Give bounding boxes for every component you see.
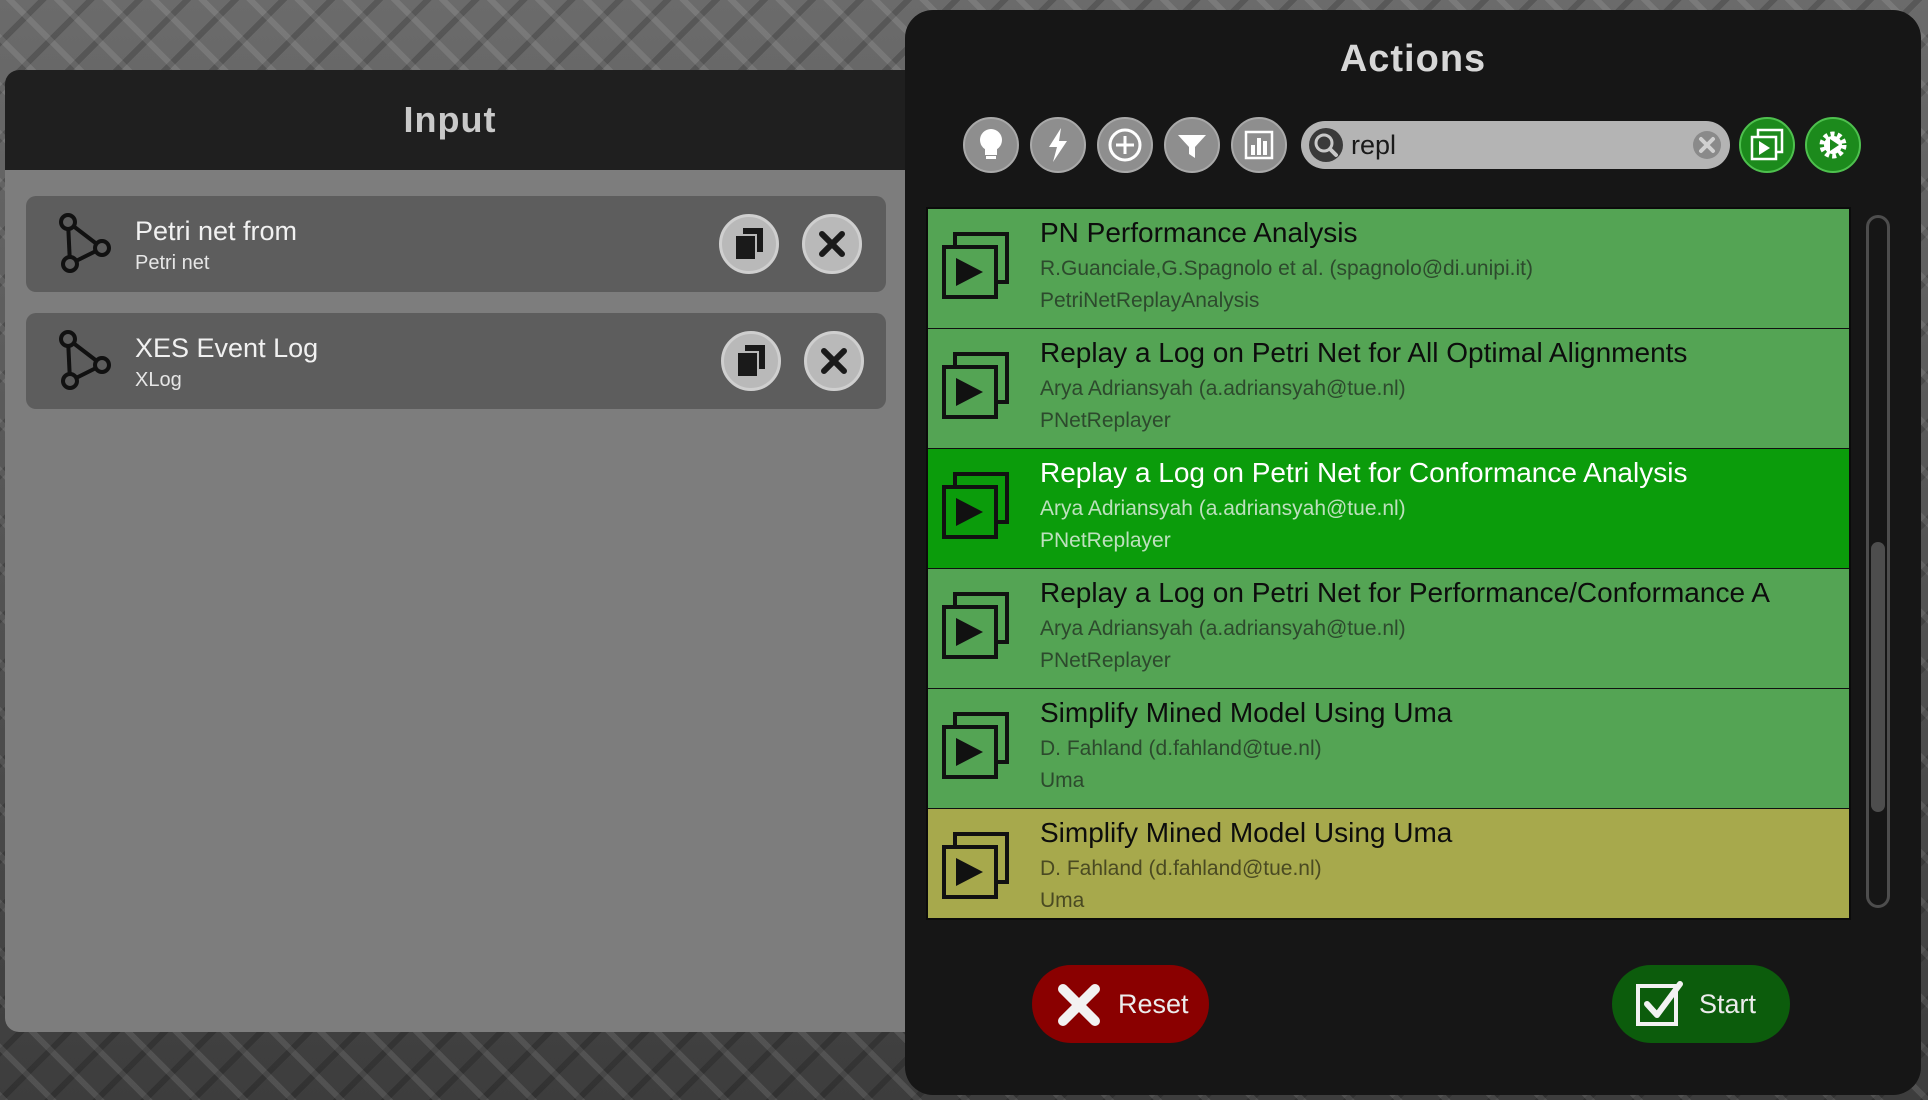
list-item-partial[interactable]: Simplify Mined Model Using Uma D. Fahlan… xyxy=(928,809,1849,918)
close-icon xyxy=(821,348,847,374)
item-author: Arya Adriansyah (a.adriansyah@tue.nl) xyxy=(1040,617,1406,640)
start-label: Start xyxy=(1699,989,1757,1019)
filter-button[interactable] xyxy=(1164,117,1220,173)
search-icon xyxy=(1309,128,1343,162)
search-input[interactable] xyxy=(1351,127,1661,163)
search-box xyxy=(1301,121,1730,169)
copy-button[interactable] xyxy=(719,214,779,274)
item-title: PN Performance Analysis xyxy=(1040,217,1358,248)
clear-search-icon[interactable] xyxy=(1692,130,1722,160)
input-header: Input xyxy=(5,70,1005,170)
plus-circle-icon xyxy=(1108,128,1142,162)
input-item-name: XES Event Log xyxy=(135,333,319,363)
close-icon xyxy=(1058,984,1100,1026)
remove-button[interactable] xyxy=(804,331,864,391)
input-title: Input xyxy=(403,99,497,140)
list-item-selected[interactable]: Replay a Log on Petri Net for Conformanc… xyxy=(928,449,1849,568)
item-title: Simplify Mined Model Using Uma xyxy=(1040,817,1453,848)
input-item-name: Petri net from xyxy=(135,216,298,246)
chart-filter-button[interactable] xyxy=(1231,117,1287,173)
item-package: PNetReplayer xyxy=(1040,649,1171,672)
actions-title: Actions xyxy=(1339,38,1487,80)
item-package: PetriNetReplayAnalysis xyxy=(1040,289,1260,312)
copy-button[interactable] xyxy=(721,331,781,391)
lightning-icon xyxy=(1049,128,1067,162)
item-title: Simplify Mined Model Using Uma xyxy=(1040,697,1453,728)
title-fade xyxy=(1779,569,1849,617)
list-item[interactable]: Simplify Mined Model Using Uma D. Fahlan… xyxy=(928,689,1849,808)
play-window-icon xyxy=(942,352,1009,419)
list-item[interactable]: PN Performance Analysis R.Guanciale,G.Sp… xyxy=(928,209,1849,328)
reset-label: Reset xyxy=(1118,989,1189,1019)
list-item[interactable]: Replay a Log on Petri Net for Performanc… xyxy=(928,569,1849,688)
graph-icon xyxy=(59,330,111,390)
actions-list: PN Performance Analysis R.Guanciale,G.Sp… xyxy=(926,207,1851,920)
graph-icon xyxy=(59,213,111,273)
scroll-thumb[interactable] xyxy=(1871,542,1885,812)
reset-button[interactable]: Reset xyxy=(1032,965,1209,1043)
copy-icon xyxy=(736,345,765,378)
item-package: Uma xyxy=(1040,769,1085,792)
item-author: Arya Adriansyah (a.adriansyah@tue.nl) xyxy=(1040,377,1406,400)
gear-icon xyxy=(1819,131,1847,159)
play-window-icon xyxy=(1750,128,1784,161)
play-window-icon xyxy=(942,472,1009,539)
input-item-event-log[interactable]: XES Event Log XLog xyxy=(26,313,886,409)
play-window-icon xyxy=(942,832,1009,899)
checkbox-icon xyxy=(1636,981,1683,1026)
item-package: PNetReplayer xyxy=(1040,409,1171,432)
lightning-filter-button[interactable] xyxy=(1030,117,1086,173)
copy-icon xyxy=(734,228,763,261)
start-button[interactable]: Start xyxy=(1612,965,1790,1043)
item-author: R.Guanciale,G.Spagnolo et al. (spagnolo@… xyxy=(1040,257,1533,280)
item-package: Uma xyxy=(1040,889,1085,912)
item-author: D. Fahland (d.fahland@tue.nl) xyxy=(1040,737,1322,760)
settings-button[interactable] xyxy=(1805,117,1861,173)
actions-panel: Actions repl PN Performance Analysis R.G… xyxy=(905,10,1921,1095)
list-item[interactable]: Replay a Log on Petri Net for All Optima… xyxy=(928,329,1849,448)
input-panel: Input Petri net from Petri net XES Event… xyxy=(5,70,1005,1032)
input-item-type: Petri net xyxy=(135,252,210,274)
play-window-icon xyxy=(942,592,1009,659)
item-title: Replay a Log on Petri Net for All Optima… xyxy=(1040,337,1688,368)
lightbulb-filter-button[interactable] xyxy=(963,117,1019,173)
close-icon xyxy=(819,231,845,257)
item-title: Replay a Log on Petri Net for Conformanc… xyxy=(1040,457,1688,488)
play-window-icon xyxy=(942,232,1009,299)
play-window-icon xyxy=(942,712,1009,779)
input-item-petri-net[interactable]: Petri net from Petri net xyxy=(26,196,886,292)
plus-filter-button[interactable] xyxy=(1097,117,1153,173)
item-package: PNetReplayer xyxy=(1040,529,1171,552)
item-author: Arya Adriansyah (a.adriansyah@tue.nl) xyxy=(1040,497,1406,520)
lightbulb-icon xyxy=(980,129,1002,159)
remove-button[interactable] xyxy=(802,214,862,274)
item-author: D. Fahland (d.fahland@tue.nl) xyxy=(1040,857,1322,880)
list-scrollbar[interactable] xyxy=(1866,215,1890,908)
item-title: Replay a Log on Petri Net for Performanc… xyxy=(1040,577,1770,608)
filter-icon xyxy=(1178,135,1206,158)
input-item-type: XLog xyxy=(135,369,182,391)
show-actions-button[interactable] xyxy=(1739,117,1795,173)
bar-chart-icon xyxy=(1244,130,1274,160)
